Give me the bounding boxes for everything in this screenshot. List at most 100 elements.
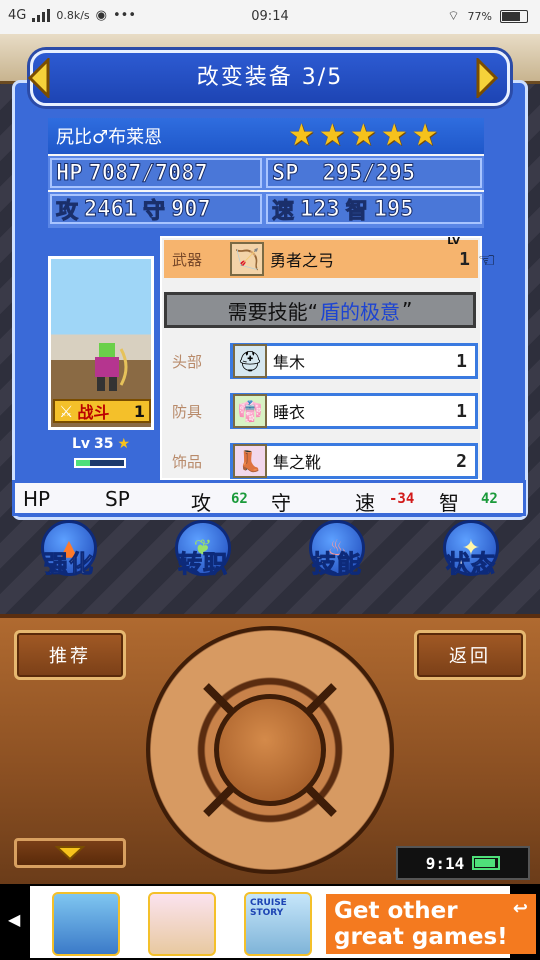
pointer-hand-icon: ☜ [478,248,496,272]
sword-icon: ⚔ [59,401,74,421]
ad-banner[interactable]: ◀ CRUISE STORY Get other great games! ↩ [0,884,540,960]
head-label: 头部 [172,352,203,371]
ad-prev-icon[interactable]: ◀ [8,910,20,929]
def-label: 守 [142,199,166,225]
equip-slot-weapon[interactable]: 武器 🏹 勇者之弓 LV 1 [164,236,478,278]
robe-icon: 👘 [233,394,267,428]
skill-button[interactable]: ♨ 技能 [292,520,382,592]
character-sprite-icon [95,343,128,391]
job-change-button[interactable]: ❦ 转职 [158,520,248,592]
head-name: 隼木 [273,353,306,372]
spd-value: 123 [300,196,341,222]
ad-thumb-rocket[interactable] [52,892,120,956]
job-tag: ⚔ 战斗 1 [53,399,151,423]
game-clock: 9:14 [396,846,530,880]
back-button[interactable]: 返回 [414,630,526,680]
atk-label: 攻 [55,199,79,225]
ad-content[interactable]: CRUISE STORY Get other great games! ↩ [30,886,536,958]
attr-row: 攻 2461 守 907 速 123 智 195 [48,192,484,228]
job-count: 1 [133,401,145,421]
diff-atk-value: 62 [231,491,248,507]
hp-sp-row: HP 7087/7087 SP 295/295 [48,156,484,190]
down-arrow-icon [55,846,85,861]
dpad-center-button[interactable] [214,694,326,806]
skill-requirement: 需要技能“ 盾的极意 ” [164,292,476,328]
scroll-down-button[interactable] [14,838,126,868]
exp-bar [74,458,126,468]
sp-cell: SP 295/295 [266,158,482,188]
spd-label: 速 [271,199,295,225]
status-label: 状态 [446,550,496,579]
dialog-title: 改变装备 3/5 [30,50,510,106]
wifi-icon: ⌔ [447,9,460,24]
character-name: 尻比♂布莱恩 [56,127,163,148]
armor-name: 睡衣 [273,403,306,422]
skill-req-suffix: ” [402,298,413,322]
bow-icon: 🏹 [230,242,264,276]
job-label: 战斗 [77,403,110,422]
equip-slot-armor[interactable]: 防具 👘 睡衣 1 [164,392,478,430]
status-button[interactable]: ✦ 状态 [426,520,516,592]
helmet-icon: ⛑ [233,344,267,378]
stat-diff-bar: HP SP 攻 62 守 速 -34 智 42 [12,480,526,516]
battery-percent: 77% [467,9,492,23]
atk-value: 2461 [84,196,138,222]
job-change-label: 转职 [178,550,228,579]
hp-cell: HP 7087/7087 [50,158,262,188]
boots-icon: 👢 [233,444,267,478]
enhance-label: 强化 [44,550,94,579]
ad-thumb-caption: CRUISE STORY [250,898,287,918]
sp-label: SP [272,160,299,186]
battery-icon [500,9,528,23]
star-icon: ★ [288,118,315,153]
diff-atk-label: 攻 [191,491,211,515]
character-stats: 尻比♂布莱恩 ★ ★ ★ ★ ★ HP 7087/7087 SP 295/295… [48,118,484,228]
weapon-level-tag: LV [447,236,460,247]
weapon-label: 武器 [172,250,203,269]
hp-label: HP [56,160,83,186]
crown-icon: ★ [117,436,131,452]
recommend-button[interactable]: 推荐 [14,630,126,680]
enhance-button[interactable]: ▲ 强化 [24,520,114,592]
status-bar: 4G 0.8k/s ◉ ••• 09:14 ⌔ 77% [0,0,540,34]
arrow-left-icon[interactable] [26,58,52,98]
diff-int-label: 智 [439,491,459,515]
star-rating: ★ ★ ★ ★ ★ [288,118,439,154]
atk-def-cell: 攻 2461 守 907 [50,194,262,225]
diff-int-value: 42 [481,491,498,507]
arrow-right-icon[interactable] [474,58,500,98]
def-value: 907 [171,196,212,222]
armor-label: 防具 [172,402,203,421]
int-value: 195 [373,196,414,222]
diff-sp-label: SP [105,487,130,511]
diff-hp-label: HP [23,487,51,511]
spd-int-cell: 速 123 智 195 [266,194,482,225]
hp-value: 7087/7087 [88,160,208,186]
ad-refresh-icon: ↩ [512,898,528,919]
star-icon: ★ [380,118,408,153]
weapon-count: 1 [459,248,470,270]
star-icon: ★ [411,118,439,153]
diff-spd-label: 速 [355,491,375,515]
skill-req-prefix: 需要技能“ [227,299,318,324]
ad-cta-line2: great games! [334,924,508,950]
accessory-label: 饰品 [172,452,203,471]
ad-cta[interactable]: Get other great games! ↩ [326,894,536,954]
skill-label: 技能 [312,550,362,579]
equip-slot-accessory[interactable]: 饰品 👢 隼之靴 2 [164,442,478,480]
star-icon: ★ [318,118,346,153]
head-count: 1 [456,350,467,372]
ad-thumb-cruise[interactable]: CRUISE STORY [244,892,312,956]
ad-thumb-shop[interactable] [148,892,216,956]
diff-def-label: 守 [271,491,291,515]
character-name-row: 尻比♂布莱恩 ★ ★ ★ ★ ★ [48,118,484,154]
game-battery-icon [472,856,501,870]
equip-slot-head[interactable]: 头部 ⛑ 隼木 1 [164,342,478,380]
character-portrait: ⚔ 战斗 1 [48,256,154,430]
equipment-list: 武器 🏹 勇者之弓 LV 1 ☜ 需要技能“ 盾的极意 ” 头部 ⛑ 隼木 1 … [160,236,496,480]
star-icon: ★ [349,118,377,153]
level-value: 35 [94,436,114,452]
ad-cta-line1: Get other [334,898,458,924]
accessory-count: 2 [456,450,467,472]
sp-value: 295/295 [322,160,416,186]
